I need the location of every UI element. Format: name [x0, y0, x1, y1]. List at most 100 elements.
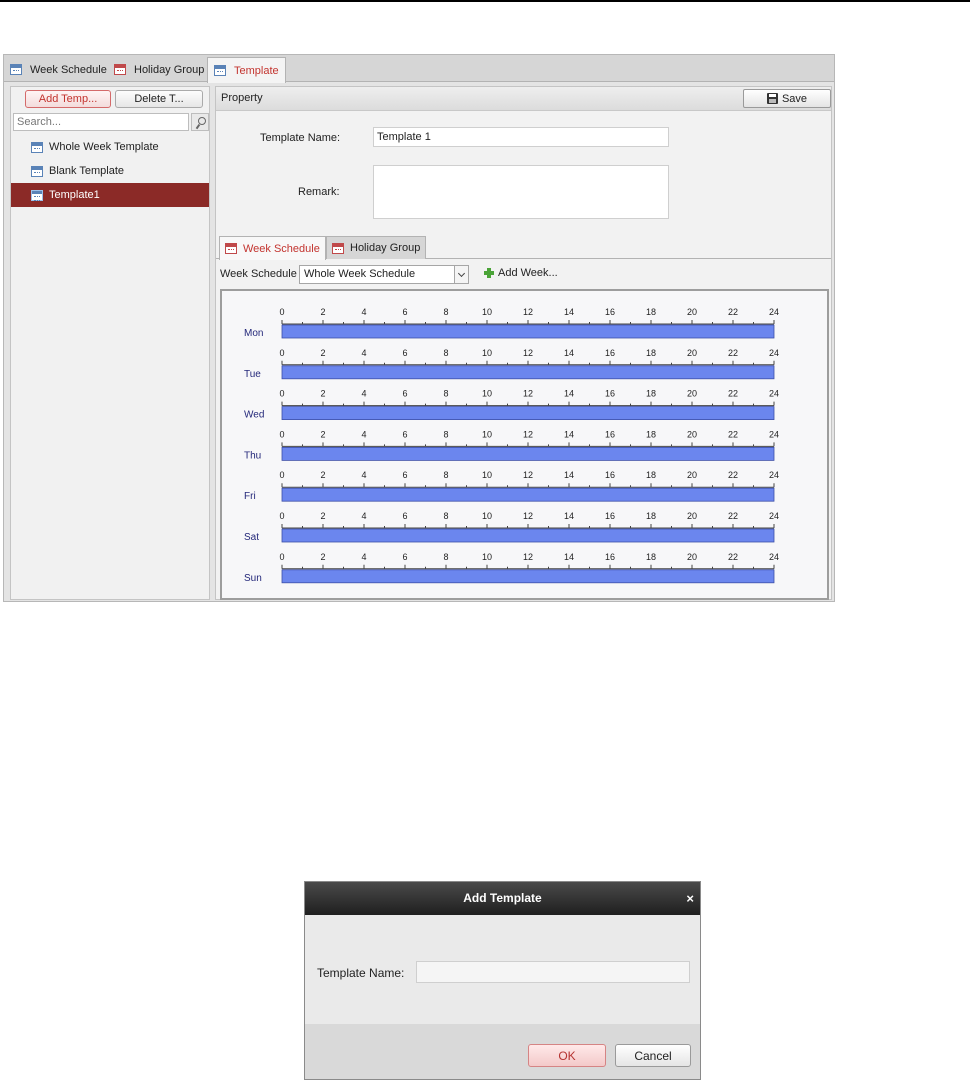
hour-label: 6 — [402, 511, 407, 521]
week-schedule-select[interactable]: Whole Week Schedule — [299, 265, 469, 284]
hour-label: 20 — [687, 552, 697, 562]
hour-label: 12 — [523, 307, 533, 317]
hour-label: 6 — [402, 470, 407, 480]
hour-label: 20 — [687, 470, 697, 480]
template-item-label: Template1 — [49, 189, 100, 201]
hour-label: 10 — [482, 307, 492, 317]
ok-button[interactable]: OK — [528, 1044, 606, 1067]
hour-label: 24 — [769, 307, 779, 317]
schedule-chart: 0 2 4 6 8 10 12 14 16 18 20 22 24Mon0 2 4 6 8 10 12 14 16 18 2… — [244, 307, 779, 584]
hour-label: 14 — [564, 307, 574, 317]
search-icon[interactable] — [191, 113, 209, 131]
remark-label: Remark: — [298, 186, 340, 198]
tab-holiday-group[interactable]: Holiday Group — [108, 57, 210, 82]
hour-label: 10 — [482, 348, 492, 358]
add-template-button[interactable]: Add Temp... — [25, 90, 111, 108]
subtab-holiday-group-label: Holiday Group — [350, 242, 421, 254]
day-label-sat: Sat — [244, 532, 259, 543]
hour-label: 0 — [279, 470, 284, 480]
close-icon[interactable]: × — [686, 882, 694, 915]
subtab-holiday-group[interactable]: Holiday Group — [326, 236, 427, 259]
dialog-header: Add Template — [305, 882, 700, 915]
dialog-title: Add Template — [463, 891, 542, 905]
template-item-blank[interactable]: Blank Template — [11, 159, 209, 183]
template-item-whole-week[interactable]: Whole Week Template — [11, 135, 209, 159]
hour-label: 2 — [320, 470, 325, 480]
hour-label: 10 — [482, 470, 492, 480]
schedule-grid: 0 2 4 6 8 10 12 14 16 18 20 22 24 Mon 0 2 4 6 8 10 12 14 16 18 2… — [220, 289, 829, 600]
hour-label: 6 — [402, 389, 407, 399]
hour-label: 12 — [523, 348, 533, 358]
calendar-icon — [31, 165, 43, 177]
hour-label: 6 — [402, 307, 407, 317]
template-window: Week Schedule Holiday Group Template Add… — [3, 54, 835, 602]
hour-label: 14 — [564, 429, 574, 439]
tab-template[interactable]: Template — [207, 57, 286, 83]
search-input[interactable]: Search... — [13, 113, 189, 131]
hour-label: 24 — [769, 470, 779, 480]
week-schedule-label: Week Schedule — [220, 268, 297, 280]
calendar-icon — [10, 64, 22, 75]
hour-label: 20 — [687, 348, 697, 358]
sub-tab-bar: Week Schedule Holiday Group — [216, 235, 831, 260]
hour-label: 22 — [728, 307, 738, 317]
delete-template-button[interactable]: Delete T... — [115, 90, 203, 108]
tab-week-schedule-label: Week Schedule — [30, 63, 107, 76]
hour-label: 20 — [687, 511, 697, 521]
hour-label: 14 — [564, 470, 574, 480]
hour-label: 24 — [769, 429, 779, 439]
property-header: Property — [216, 87, 831, 111]
page-top-rule — [0, 0, 970, 2]
hour-label: 24 — [769, 552, 779, 562]
add-week-link[interactable]: Add Week... — [498, 267, 558, 279]
hour-label: 0 — [279, 429, 284, 439]
hour-label: 22 — [728, 511, 738, 521]
hour-label: 22 — [728, 470, 738, 480]
template-list-panel: Add Temp... Delete T... Search... Whole … — [10, 86, 210, 600]
hour-label: 14 — [564, 552, 574, 562]
day-label-tue: Tue — [244, 369, 261, 380]
calendar-icon — [31, 141, 43, 153]
schedule-bar-sat — [281, 528, 775, 543]
schedule-bar-fri — [281, 487, 775, 502]
hour-label: 22 — [728, 552, 738, 562]
chevron-down-icon[interactable] — [454, 266, 468, 283]
template-item-template1[interactable]: Template1 — [11, 183, 209, 207]
top-tab-bar: Week Schedule Holiday Group Template — [4, 55, 834, 83]
day-label-mon: Mon — [244, 328, 263, 339]
hour-label: 22 — [728, 389, 738, 399]
subtab-week-schedule-label: Week Schedule — [243, 242, 320, 255]
plus-icon[interactable] — [484, 268, 494, 278]
hour-label: 22 — [728, 429, 738, 439]
hour-label: 16 — [605, 429, 615, 439]
hour-label: 8 — [443, 429, 448, 439]
hour-label: 16 — [605, 389, 615, 399]
hour-label: 10 — [482, 389, 492, 399]
hour-label: 16 — [605, 348, 615, 358]
save-button[interactable]: Save — [743, 89, 831, 108]
dialog-template-name-label: Template Name: — [317, 966, 405, 980]
remark-textarea[interactable] — [373, 165, 669, 219]
holiday-calendar-icon — [332, 242, 344, 254]
dialog-template-name-input[interactable] — [416, 961, 690, 983]
cancel-button[interactable]: Cancel — [615, 1044, 691, 1067]
hour-label: 18 — [646, 552, 656, 562]
hour-label: 10 — [482, 511, 492, 521]
schedule-bar-mon — [281, 324, 775, 339]
template-name-input[interactable]: Template 1 — [373, 127, 669, 147]
hour-label: 2 — [320, 511, 325, 521]
hour-label: 8 — [443, 511, 448, 521]
hour-label: 4 — [361, 470, 366, 480]
hour-label: 14 — [564, 389, 574, 399]
tab-week-schedule[interactable]: Week Schedule — [4, 57, 113, 82]
calendar-icon — [31, 189, 43, 201]
schedule-bar-tue — [281, 365, 775, 380]
subtab-week-schedule[interactable]: Week Schedule — [219, 236, 326, 260]
calendar-icon — [214, 65, 226, 76]
hour-label: 16 — [605, 552, 615, 562]
hour-label: 4 — [361, 389, 366, 399]
floppy-disk-icon — [766, 93, 778, 104]
hour-label: 18 — [646, 307, 656, 317]
hour-label: 4 — [361, 307, 366, 317]
schedule-bar-wed — [281, 406, 775, 420]
